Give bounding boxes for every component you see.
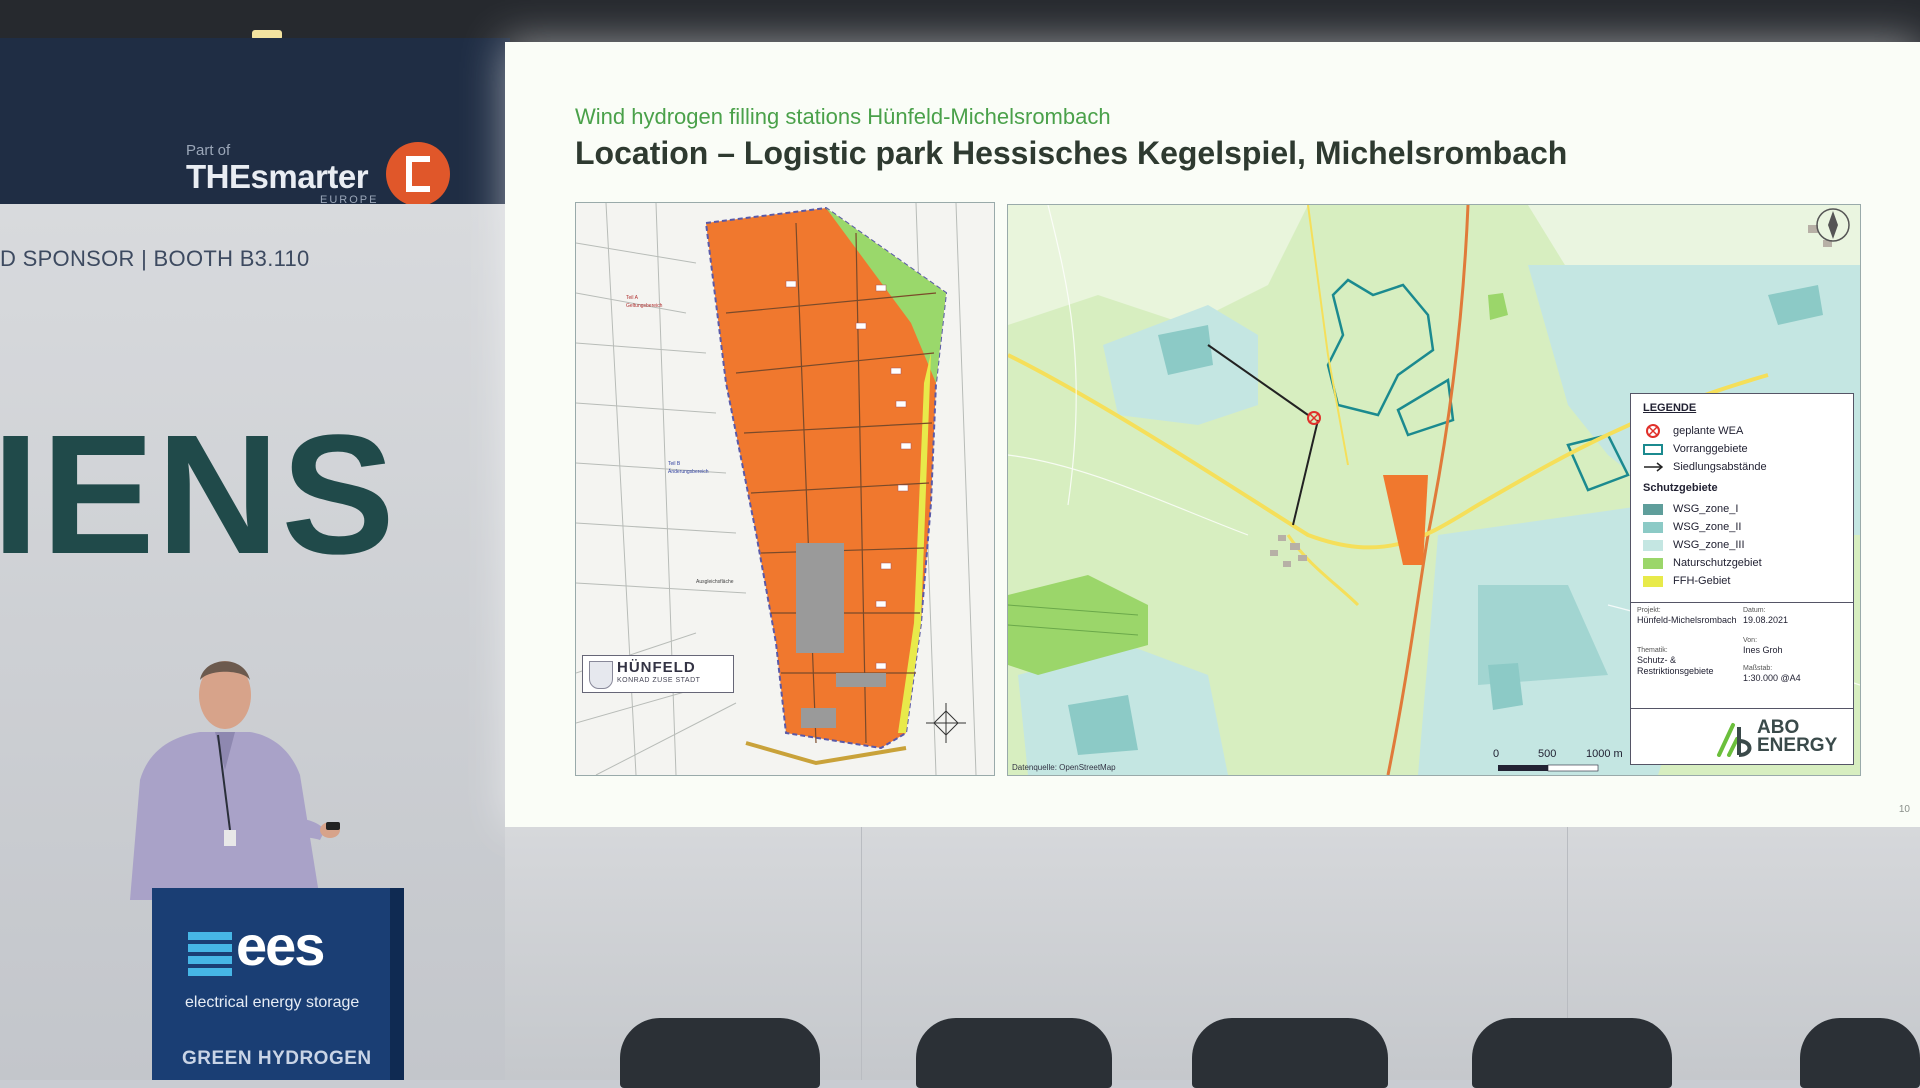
info-date: Datum: 19.08.2021 xyxy=(1743,607,1789,626)
presentation-slide: Wind hydrogen filling stations Hünfeld-M… xyxy=(505,42,1920,827)
hunfeld-town-name: HÜNFELD xyxy=(617,659,696,676)
legend-item-priority-areas: Vorranggebiete xyxy=(1643,442,1748,456)
podium-session-label: GREEN HYDROGEN xyxy=(182,1048,372,1069)
priority-area-swatch xyxy=(1643,443,1663,455)
abo-energy-mark-icon xyxy=(1717,723,1752,757)
the-smarter-e-logo: Part of THEsmarter EUROPE xyxy=(186,142,476,212)
legend-item-planned-turbine: geplante WEA xyxy=(1643,424,1743,438)
wall-panel-divider xyxy=(861,827,862,1080)
map-data-source: Datenquelle: OpenStreetMap xyxy=(1012,763,1116,772)
sponsor-brand-letters: IENS xyxy=(0,400,397,590)
arrow-line-icon xyxy=(1644,462,1663,472)
speaker-figure xyxy=(130,661,340,900)
legend-label: FFH-Gebiet xyxy=(1673,575,1731,587)
audience-chair xyxy=(1192,1018,1388,1088)
development-plan-map: Teil A Geltungsbereich Teil B Änderungsb… xyxy=(575,202,995,776)
podium: ees electrical energy storage GREEN HYDR… xyxy=(152,888,402,1080)
scale-label-500: 500 xyxy=(1538,748,1557,760)
wsg-zone-3-swatch xyxy=(1643,539,1663,551)
svg-text:Teil B: Teil B xyxy=(668,461,681,467)
legend-item-wsg-zone-3: WSG_zone_III xyxy=(1643,538,1745,552)
legend-item-ffh-area: FFH-Gebiet xyxy=(1643,574,1730,588)
legend-label: Naturschutzgebiet xyxy=(1673,557,1762,569)
info-author: Von: Ines Groh xyxy=(1743,637,1783,656)
logo-part-of: Part of xyxy=(186,142,231,159)
legend-title: LEGENDE xyxy=(1643,402,1697,414)
sponsor-banner-top: Part of THEsmarter EUROPE xyxy=(0,38,510,206)
e-badge-icon xyxy=(386,142,450,206)
slide-title: Location – Logistic park Hessisches Kege… xyxy=(575,135,1568,171)
svg-text:Ausgleichsfläche: Ausgleichsfläche xyxy=(696,579,734,585)
legend-item-wsg-zone-1: WSG_zone_I xyxy=(1643,502,1738,516)
hunfeld-title-block: HÜNFELD KONRAD ZUSE STADT xyxy=(582,655,734,693)
audience-chair xyxy=(916,1018,1112,1088)
audience-chair xyxy=(1800,1018,1920,1088)
map-legend: LEGENDE geplante WEA Vorranggebiete Sied… xyxy=(1630,393,1854,765)
legend-label: WSG_zone_I xyxy=(1673,503,1739,515)
info-topic: Thematik: Schutz- & Restriktionsgebiete xyxy=(1637,647,1714,677)
legend-item-wsg-zone-2: WSG_zone_II xyxy=(1643,520,1741,534)
protection-zones-map: 0 500 1000 m Datenquelle: OpenStreetMap … xyxy=(1007,204,1861,776)
town-crest-icon xyxy=(589,661,613,689)
legend-label: Vorranggebiete xyxy=(1673,443,1748,455)
podium-side xyxy=(390,888,404,1080)
wsg-zone-2-swatch xyxy=(1643,521,1663,533)
legend-item-settlement-distance: Siedlungsabstände xyxy=(1643,460,1767,474)
info-project: Projekt: Hünfeld-Michelsrombach xyxy=(1637,607,1737,626)
audience-chair xyxy=(620,1018,820,1088)
legend-label: WSG_zone_II xyxy=(1673,521,1742,533)
scale-label-1000: 1000 m xyxy=(1586,748,1623,760)
slide-page-number: 10 xyxy=(1898,804,1910,815)
wsg-zone-1-swatch xyxy=(1643,503,1663,515)
ees-stripes-icon xyxy=(188,932,232,976)
ees-tagline: electrical energy storage xyxy=(185,994,360,1011)
legend-label: Siedlungsabstände xyxy=(1673,461,1767,473)
legend-item-nature-reserve: Naturschutzgebiet xyxy=(1643,556,1762,570)
abo-energy-wordmark: ABO ENERGY xyxy=(1757,717,1838,757)
logo-name: THEsmarter xyxy=(186,158,369,195)
slide-subtitle: Wind hydrogen filling stations Hünfeld-M… xyxy=(575,104,1111,129)
legend-label: WSG_zone_III xyxy=(1673,539,1745,551)
svg-text:Teil A: Teil A xyxy=(626,295,639,301)
scale-label-0: 0 xyxy=(1493,748,1500,760)
svg-text:Änderungsbereich: Änderungsbereich xyxy=(668,468,709,475)
hunfeld-town-subtitle: KONRAD ZUSE STADT xyxy=(617,677,701,684)
ffh-area-swatch xyxy=(1643,575,1663,587)
sponsor-booth-text: D SPONSOR | BOOTH B3.110 xyxy=(0,246,310,271)
legend-label: geplante WEA xyxy=(1673,425,1744,437)
ees-wordmark: ees xyxy=(236,914,325,977)
wind-turbine-icon xyxy=(1646,424,1660,438)
nature-reserve-swatch xyxy=(1643,557,1663,569)
stage-ceiling xyxy=(0,0,1920,42)
info-scale: Maßstab: 1:30.000 @A4 xyxy=(1743,665,1801,684)
ees-logo: ees xyxy=(188,918,368,986)
legend-protection-title: Schutzgebiete xyxy=(1643,482,1718,494)
audience-chair xyxy=(1472,1018,1672,1088)
svg-text:Geltungsbereich: Geltungsbereich xyxy=(626,303,663,309)
abo-energy-logo: ABO ENERGY xyxy=(1631,708,1853,765)
map-info-block: Projekt: Hünfeld-Michelsrombach Datum: 1… xyxy=(1631,602,1853,699)
